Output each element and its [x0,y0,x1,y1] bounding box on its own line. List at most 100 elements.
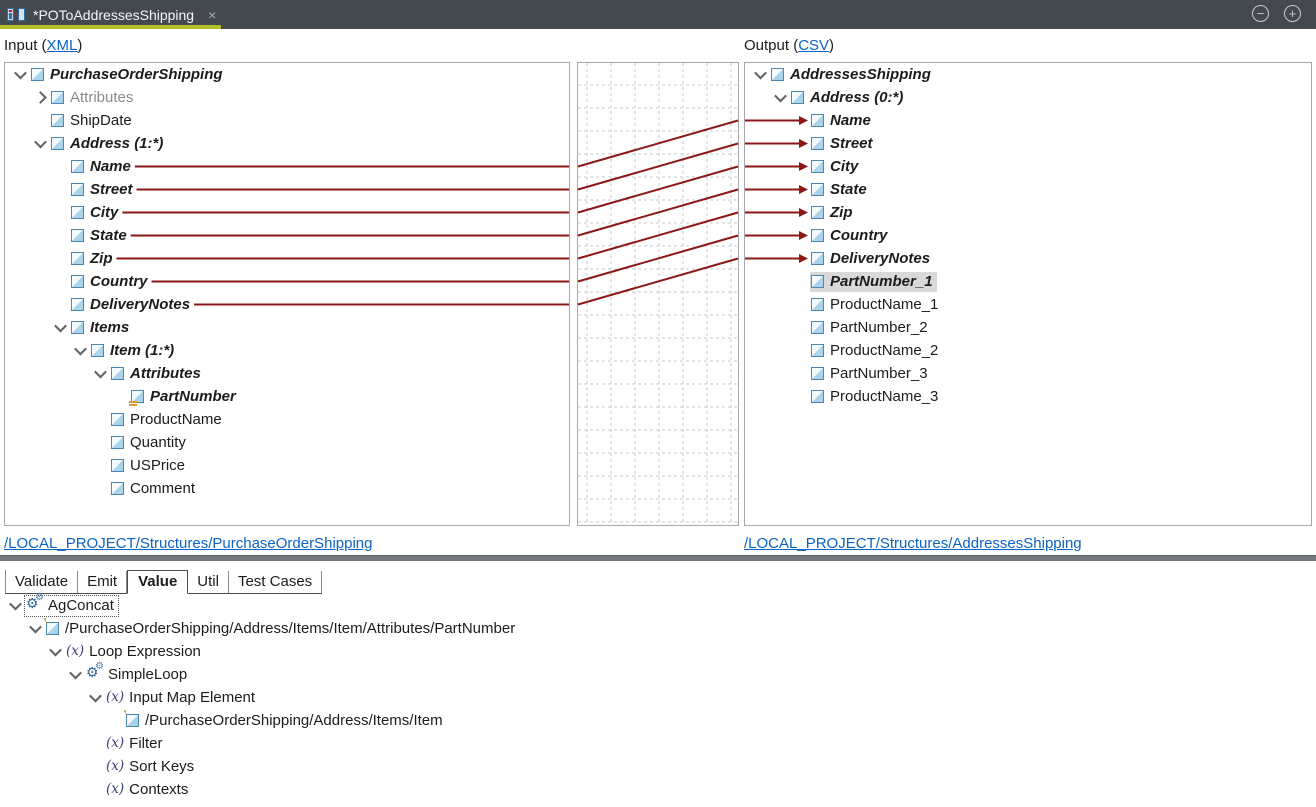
expand-chevron-icon[interactable] [46,647,65,656]
output-tree-node-row[interactable]: Country [745,224,1311,247]
element-icon [811,229,824,242]
input-tree-node-row[interactable]: Address (1:*) [5,132,569,155]
output-tree-node-label: Zip [830,204,853,222]
expand-chevron-icon[interactable] [771,93,790,102]
expand-chevron-icon[interactable] [31,139,50,148]
row-content: Address (0:*) [790,88,907,108]
document-tab[interactable]: *POToAddressesShipping × [0,0,226,29]
document-tab-title: *POToAddressesShipping [33,7,194,23]
input-tree-node-row[interactable]: ShipDate [5,109,569,132]
output-tree-node-label: Address (0:*) [810,89,903,107]
value-tab-tree: ⚙⚙AgConcat/PurchaseOrderShipping/Address… [0,594,519,801]
input-tree-node-row[interactable]: ProductName [5,408,569,431]
expand-chevron-icon[interactable] [31,93,50,102]
expand-chevron-icon[interactable] [66,670,85,679]
mapping-grid [578,63,738,525]
output-tree-node-row[interactable]: ProductName_2 [745,339,1311,362]
element-icon [811,252,824,265]
input-tree-node-row[interactable]: PurchaseOrderShipping [5,63,569,86]
close-icon[interactable]: × [208,8,216,22]
input-tree-node-row[interactable]: PartNumber [5,385,569,408]
value-tree-node-row[interactable]: /PurchaseOrderShipping/Address/Items/Ite… [0,617,519,640]
row-content: ⚙⚙SimpleLoop [85,665,191,685]
output-format-link[interactable]: CSV [798,37,829,54]
output-tree-node-row[interactable]: Name [745,109,1311,132]
value-tree-node-row[interactable]: ⚙⚙SimpleLoop [0,663,519,686]
row-content: (x)Filter [105,734,167,754]
row-content: (x)Sort Keys [105,757,198,777]
element-icon [111,436,124,449]
output-tree-node-row[interactable]: City [745,155,1311,178]
value-tree-node-row[interactable]: (x)Filter [0,732,519,755]
row-content: ProductName_3 [810,387,942,407]
expand-chevron-icon[interactable] [751,70,770,79]
output-tree-node-row[interactable]: PartNumber_3 [745,362,1311,385]
output-tree-node-row[interactable]: AddressesShipping [745,63,1311,86]
input-tree-node-label: ShipDate [70,112,132,130]
row-content: Name [70,157,135,177]
output-tree-node-row[interactable]: ProductName_3 [745,385,1311,408]
row-content: ⚙⚙AgConcat [25,596,118,616]
expand-chevron-icon[interactable] [6,601,25,610]
output-tree-node-row[interactable]: PartNumber_2 [745,316,1311,339]
output-tree-node-label: PartNumber_1 [830,273,933,291]
input-tree-node-row[interactable]: Quantity [5,431,569,454]
mapping-document-icon [7,7,25,22]
element-icon [111,482,124,495]
input-format-link[interactable]: XML [47,37,78,54]
output-tree-node-row[interactable]: Address (0:*) [745,86,1311,109]
input-tree-node-row[interactable]: Attributes [5,362,569,385]
expand-chevron-icon[interactable] [26,624,45,633]
row-content: Attributes [110,364,205,384]
output-tree-node-row[interactable]: PartNumber_1 [745,270,1311,293]
element-icon [111,367,124,380]
output-tree-node-row[interactable]: Street [745,132,1311,155]
expand-chevron-icon[interactable] [91,369,110,378]
input-tree-node-row[interactable]: Attributes [5,86,569,109]
value-tree-node-row[interactable]: (x)Loop Expression [0,640,519,663]
expression-icon: (x) [66,645,84,659]
output-structure-link[interactable]: /LOCAL_PROJECT/Structures/AddressesShipp… [744,535,1082,552]
value-tree-node-row[interactable]: (x)Contexts [0,778,519,801]
value-tree-node-row[interactable]: (x)Input Map Element [0,686,519,709]
output-tree-node-row[interactable]: Zip [745,201,1311,224]
expand-chevron-icon[interactable] [71,346,90,355]
output-tree-node-row[interactable]: ProductName_1 [745,293,1311,316]
expand-chevron-icon[interactable] [86,693,105,702]
tab-test-cases[interactable]: Test Cases [229,571,322,593]
expand-chevron-icon[interactable] [11,70,30,79]
gears-icon: ⚙⚙ [86,667,104,683]
input-tree-node-row[interactable]: USPrice [5,454,569,477]
expression-icon: (x) [106,783,124,797]
value-tree-node-row[interactable]: (x)Sort Keys [0,755,519,778]
row-content: State [810,180,871,200]
input-header-prefix: Input ( [4,37,47,54]
collapse-all-icon[interactable]: − [1252,5,1269,22]
output-tree-node-row[interactable]: DeliveryNotes [745,247,1311,270]
input-tree-node-label: Comment [130,480,195,498]
element-icon [811,183,824,196]
tab-util[interactable]: Util [188,571,229,593]
input-tree-node-row[interactable]: Items [5,316,569,339]
gears-icon: ⚙⚙ [26,598,44,614]
output-tree-node-label: Name [830,112,871,130]
output-tree-node-row[interactable]: State [745,178,1311,201]
mapping-tool-window: *POToAddressesShipping × − + Input (XML)… [0,0,1316,807]
input-tree-node-label: City [90,204,118,222]
expand-all-icon[interactable]: + [1284,5,1301,22]
expand-chevron-icon[interactable] [51,323,70,332]
output-tree-node-label: PartNumber_2 [830,319,928,337]
input-tree-node-row[interactable]: Item (1:*) [5,339,569,362]
input-tree-node-label: Country [90,273,148,291]
horizontal-splitter[interactable] [0,555,1316,561]
value-tree-node-row[interactable]: ⚙⚙AgConcat [0,594,519,617]
tab-emit[interactable]: Emit [78,571,127,593]
row-content: /PurchaseOrderShipping/Address/Items/Ite… [125,711,447,731]
input-structure-link[interactable]: /LOCAL_PROJECT/Structures/PurchaseOrderS… [4,535,373,552]
value-tree-node-row[interactable]: /PurchaseOrderShipping/Address/Items/Ite… [0,709,519,732]
output-tree-node-label: Street [830,135,873,153]
input-tree-node-row[interactable]: Comment [5,477,569,500]
tab-value[interactable]: Value [127,570,188,594]
output-tree-node-label: PartNumber_3 [830,365,928,383]
tab-validate[interactable]: Validate [6,571,78,593]
